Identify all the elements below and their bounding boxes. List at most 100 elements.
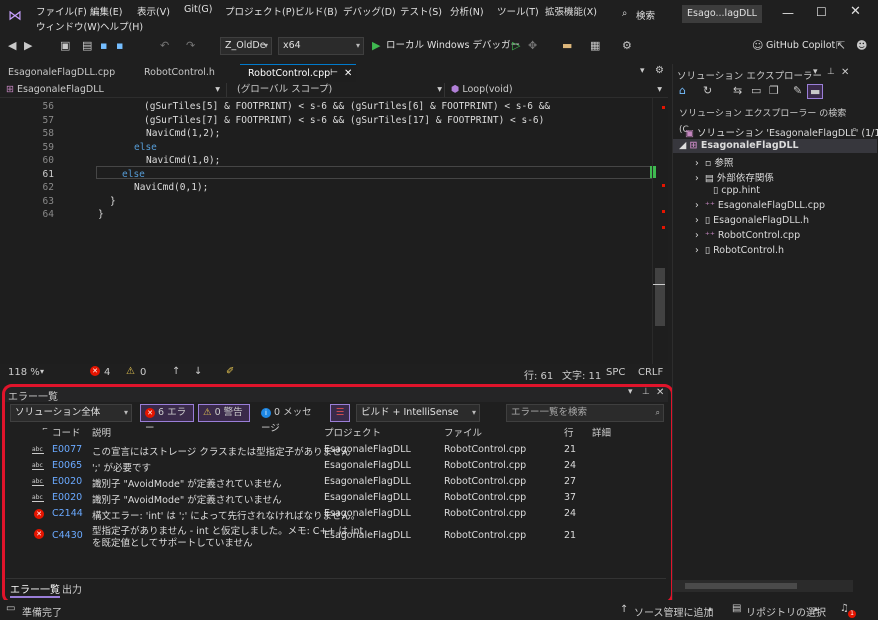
spacing-indicator[interactable]: SPC	[606, 367, 625, 378]
horizontal-scrollbar[interactable]	[673, 580, 853, 592]
warning-count[interactable]: 0	[140, 367, 146, 378]
show-all-icon[interactable]: ❐	[769, 84, 779, 97]
down-arrow-icon[interactable]: ↓	[194, 366, 202, 377]
undo-icon[interactable]: ↶	[160, 38, 169, 54]
menu-tools[interactable]: ツール(T)	[497, 4, 539, 18]
chevron-up-icon[interactable]: ▴	[708, 604, 712, 613]
global-search-button[interactable]: 検索	[636, 8, 655, 22]
collapse-icon[interactable]: ▭	[751, 84, 761, 97]
gear-icon[interactable]: ⚙	[655, 65, 664, 76]
open-file-icon[interactable]: ▤	[82, 38, 92, 54]
scrollbar-thumb[interactable]	[655, 268, 665, 326]
brush-icon[interactable]: ✐	[226, 366, 234, 377]
notification-badge: 1	[848, 610, 856, 618]
menu-debug[interactable]: デバッグ(D)	[343, 4, 396, 18]
menu-test[interactable]: テスト(S)	[400, 4, 442, 18]
menu-git[interactable]: Git(G)	[184, 4, 213, 15]
solution-title: Esago...lagDLL	[687, 8, 757, 19]
project-dropdown[interactable]: ⊞ EsagonaleFlagDLL ▾	[6, 83, 220, 97]
configuration-select[interactable]: Z_OldDe ▾	[220, 37, 272, 55]
pin-icon[interactable]: ⊢	[330, 64, 338, 82]
tree-item-esagonaleflagdll-h[interactable]: › ▯ EsagonaleFlagDLL.h	[695, 215, 809, 226]
pin-icon[interactable]: ⊥	[827, 67, 835, 77]
forward-icon[interactable]: ▶	[24, 38, 32, 54]
solution-title-badge: Esago...lagDLL	[682, 5, 762, 23]
menu-edit[interactable]: 編集(E)	[90, 4, 122, 18]
close-icon[interactable]: ✕	[850, 4, 861, 19]
close-icon[interactable]: ✕	[841, 67, 849, 78]
tree-item-external-dependencies[interactable]: › ▤ 外部依存関係	[695, 170, 774, 184]
menu-help[interactable]: ヘルプ(H)	[100, 19, 143, 33]
tree-item-references[interactable]: › ▫ 参照	[695, 155, 733, 169]
save-all-icon[interactable]: ▪	[116, 38, 123, 54]
menu-project[interactable]: プロジェクト(P)	[225, 4, 295, 18]
menu-view[interactable]: 表示(V)	[137, 4, 170, 18]
back-icon[interactable]: ◀	[8, 38, 16, 54]
tree-item-esagonaleflagdll-cpp[interactable]: › ⁺⁺ EsagonaleFlagDLL.cpp	[695, 200, 825, 211]
menu-extensions[interactable]: 拡張機能(X)	[545, 4, 597, 18]
tree-item-label: EsagonaleFlagDLL.cpp	[717, 200, 826, 211]
copilot-button[interactable]: GitHub Copilot	[766, 38, 835, 54]
error-count[interactable]: 4	[104, 367, 110, 378]
home-icon[interactable]: ⌂	[679, 84, 686, 97]
project-node[interactable]: ◢ ⊞ EsagonaleFlagDLL	[679, 140, 799, 151]
line-number: 63	[42, 196, 54, 207]
scope-dropdown[interactable]: (グローバル スコープ) ▾	[226, 83, 442, 97]
hot-reload-icon[interactable]: ✥	[528, 38, 537, 54]
eol-indicator[interactable]: CRLF	[638, 367, 663, 378]
settings-icon[interactable]: ⚙	[622, 38, 632, 54]
project-icon: ⊞	[689, 140, 698, 151]
column-indicator[interactable]: 文字: 11	[562, 367, 601, 382]
solution-node[interactable]: ▣ ソリューション 'EsagonaleFlagDLL' (1/1	[685, 125, 878, 139]
header-file-icon: ▯	[704, 245, 711, 256]
save-icon[interactable]: ▪	[100, 38, 107, 54]
code-line: (gSurTiles[5] & FOOTPRINT) < s-6 && (gSu…	[144, 101, 551, 112]
code-editor[interactable]: 56 57 58 59 60 61 62 63 64 (gSurTiles[5]…	[0, 98, 668, 364]
maximize-icon[interactable]: ☐	[816, 5, 827, 19]
vs-logo-icon: ⋈	[8, 8, 22, 24]
zoom-level[interactable]: 118 %	[8, 367, 40, 378]
editor-status-line: 118 % ▾ ✕ 4 ⚠ 0 ↑ ↓ ✐ 行: 61 文字: 11 SPC C…	[0, 364, 668, 382]
chevron-up-icon[interactable]: ▴	[814, 604, 818, 613]
menu-analyze[interactable]: 分析(N)	[450, 4, 484, 18]
close-tab-icon[interactable]: ✕	[344, 65, 352, 83]
platform-select[interactable]: x64 ▾	[278, 37, 364, 55]
add-source-control-button[interactable]: ソース管理に追加	[634, 604, 714, 619]
folder-icon[interactable]: ▬	[562, 38, 572, 54]
scrollbar-thumb[interactable]	[685, 583, 797, 589]
chevron-down-icon[interactable]: ▾	[813, 67, 818, 77]
tab-esagonaleflagdll-cpp[interactable]: EsagonaleFlagDLL.cpp	[0, 64, 130, 82]
tab-robotcontrol-h[interactable]: RobotControl.h	[136, 64, 236, 82]
function-dropdown[interactable]: ⬢ Loop(void) ▾	[444, 83, 666, 97]
switch-view-icon[interactable]: ⇆	[733, 84, 742, 97]
editor-scrollbar[interactable]	[652, 98, 666, 364]
up-arrow-icon[interactable]: ↑	[172, 366, 180, 377]
new-item-icon[interactable]: ▣	[60, 38, 70, 54]
layout-icon[interactable]: ▦	[590, 38, 600, 54]
menu-window[interactable]: ウィンドウ(W)	[36, 19, 100, 33]
feedback-icon[interactable]: ☻	[856, 38, 867, 54]
preview-icon[interactable]: ▬	[807, 84, 824, 99]
chevron-down-icon[interactable]: ▾	[40, 367, 44, 376]
tree-item-robotcontrol-h[interactable]: › ▯ RobotControl.h	[695, 245, 784, 256]
chevron-down-icon: ▾	[263, 41, 268, 50]
chevron-down-icon: ▾	[657, 84, 662, 95]
tree-item-robotcontrol-cpp[interactable]: › ⁺⁺ RobotControl.cpp	[695, 230, 800, 241]
run-debugger-button[interactable]: ローカル Windows デバッガー	[386, 38, 520, 54]
line-indicator[interactable]: 行: 61	[524, 367, 553, 382]
wrench-icon[interactable]: ✎	[793, 84, 802, 97]
share-icon[interactable]: ⇱	[836, 38, 845, 54]
tree-item-cpp-hint[interactable]: ▯ cpp.hint	[713, 185, 760, 196]
minimize-icon[interactable]: —	[782, 6, 794, 20]
copilot-icon[interactable]: ☺	[752, 38, 763, 54]
redo-icon[interactable]: ↷	[186, 38, 195, 54]
search-icon[interactable]: ⌕	[622, 8, 627, 19]
tab-overflow-icon[interactable]: ▾	[640, 66, 645, 76]
solution-search-input[interactable]: ソリューション エクスプローラー の検索 (C ⌕	[675, 106, 857, 135]
tab-robotcontrol-cpp[interactable]: RobotControl.cpp ⊢ ✕	[240, 64, 356, 82]
menu-build[interactable]: ビルド(B)	[295, 4, 337, 18]
play-icon[interactable]: ▶	[372, 38, 380, 54]
sync-icon[interactable]: ↻	[703, 84, 712, 97]
menu-file[interactable]: ファイル(F)	[36, 4, 87, 18]
run-without-debug-icon[interactable]: ▷	[512, 38, 520, 54]
